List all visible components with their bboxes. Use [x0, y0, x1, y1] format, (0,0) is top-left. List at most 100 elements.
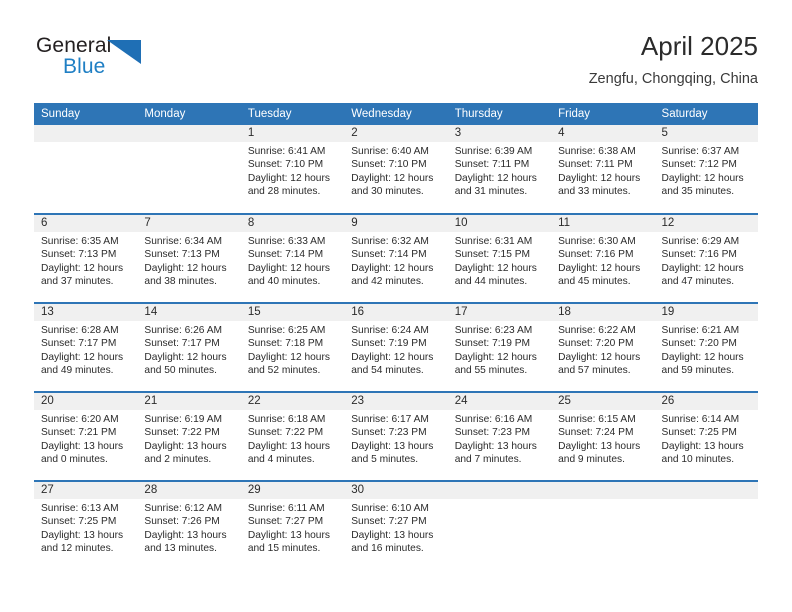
day-cell-inner: 2 Sunrise: 6:40 AM Sunset: 7:10 PM Daylight…	[344, 125, 448, 212]
day-number: 11	[551, 215, 655, 232]
daylight-text-line1: Daylight: 13 hours	[247, 529, 330, 541]
calendar-day-cell[interactable]: 12 Sunrise: 6:29 AM Sunset: 7:16 PM Dayligh…	[654, 213, 758, 303]
day-number: 8	[240, 215, 345, 232]
weekday-header-row: Sunday Monday Tuesday Wednesday Thursday…	[34, 103, 758, 125]
calendar-day-cell[interactable]: 18 Sunrise: 6:22 AM Sunset: 7:20 PM Dayligh…	[551, 302, 655, 392]
calendar-day-cell[interactable]: 11 Sunrise: 6:30 AM Sunset: 7:16 PM Dayligh…	[551, 213, 655, 303]
calendar-day-cell[interactable]: 4 Sunrise: 6:38 AM Sunset: 7:11 PM Daylight…	[551, 125, 655, 214]
day-cell-details: Sunrise: 6:12 AM Sunset: 7:26 PM Daylight:…	[137, 499, 240, 556]
day-cell-inner: 17 Sunrise: 6:23 AM Sunset: 7:19 PM Dayligh…	[447, 304, 552, 391]
sunrise-text: Sunrise: 6:23 AM	[454, 325, 533, 336]
calendar-day-cell[interactable]: 28 Sunrise: 6:12 AM Sunset: 7:26 PM Dayligh…	[137, 480, 241, 570]
day-number: 4	[551, 125, 655, 142]
calendar-week-row: 27 Sunrise: 6:13 AM Sunset: 7:25 PM Dayligh…	[34, 480, 758, 570]
day-cell-inner: 15 Sunrise: 6:25 AM Sunset: 7:18 PM Dayligh…	[240, 304, 345, 391]
calendar-day-cell[interactable]: 5 Sunrise: 6:37 AM Sunset: 7:12 PM Daylight…	[654, 125, 758, 214]
day-cell-details: Sunrise: 6:33 AM Sunset: 7:14 PM Daylight:…	[241, 232, 344, 289]
day-number: 5	[654, 125, 758, 142]
sunset-text: Sunset: 7:15 PM	[454, 249, 531, 261]
day-cell-details: Sunrise: 6:16 AM Sunset: 7:23 PM Daylight:…	[448, 410, 551, 467]
day-cell-details: Sunrise: 6:40 AM Sunset: 7:10 PM Daylight:…	[344, 142, 447, 199]
calendar-day-cell[interactable]: 16 Sunrise: 6:24 AM Sunset: 7:19 PM Dayligh…	[344, 302, 448, 392]
calendar-day-cell[interactable]: 10 Sunrise: 6:31 AM Sunset: 7:15 PM Dayligh…	[447, 213, 552, 303]
daylight-text-line2: and 2 minutes.	[144, 454, 212, 466]
calendar-day-cell[interactable]: 8 Sunrise: 6:33 AM Sunset: 7:14 PM Daylight…	[240, 213, 345, 303]
sunset-text: Sunset: 7:13 PM	[144, 249, 220, 261]
sunrise-text: Sunrise: 6:11 AM	[247, 503, 325, 514]
day-cell-details: Sunrise: 6:22 AM Sunset: 7:20 PM Daylight:…	[551, 321, 654, 378]
daylight-text-line1: Daylight: 12 hours	[454, 351, 537, 363]
sunset-text: Sunset: 7:16 PM	[558, 249, 634, 261]
daylight-text-line1: Daylight: 12 hours	[247, 172, 330, 184]
calendar-day-cell[interactable]: 19 Sunrise: 6:21 AM Sunset: 7:20 PM Dayligh…	[654, 302, 758, 392]
daylight-text-line1: Daylight: 12 hours	[351, 262, 434, 274]
day-cell-inner: 18 Sunrise: 6:22 AM Sunset: 7:20 PM Dayligh…	[551, 304, 655, 391]
day-cell-inner: 27 Sunrise: 6:13 AM Sunset: 7:25 PM Dayligh…	[34, 482, 138, 569]
daylight-text-line1: Daylight: 13 hours	[144, 529, 227, 541]
calendar-day-cell[interactable]: 3 Sunrise: 6:39 AM Sunset: 7:11 PM Daylight…	[447, 125, 552, 214]
daylight-text-line2: and 15 minutes.	[247, 543, 321, 555]
calendar-day-cell[interactable]: 20 Sunrise: 6:20 AM Sunset: 7:21 PM Dayligh…	[34, 391, 138, 481]
calendar-day-cell[interactable]: 21 Sunrise: 6:19 AM Sunset: 7:22 PM Dayligh…	[137, 391, 241, 481]
calendar-day-cell-empty	[654, 480, 758, 570]
calendar-day-cell[interactable]: 29 Sunrise: 6:11 AM Sunset: 7:27 PM Dayligh…	[240, 480, 345, 570]
calendar-day-cell[interactable]: 25 Sunrise: 6:15 AM Sunset: 7:24 PM Dayligh…	[551, 391, 655, 481]
daylight-text-line2: and 42 minutes.	[351, 276, 424, 288]
sunset-text: Sunset: 7:25 PM	[41, 516, 117, 528]
day-number: 27	[34, 482, 138, 499]
day-number: 25	[551, 393, 655, 410]
sunset-text: Sunset: 7:17 PM	[144, 338, 220, 350]
day-cell-inner: 23 Sunrise: 6:17 AM Sunset: 7:23 PM Dayligh…	[344, 393, 448, 480]
weekday-header-friday: Friday	[551, 103, 655, 125]
calendar-day-cell[interactable]: 2 Sunrise: 6:40 AM Sunset: 7:10 PM Daylight…	[344, 125, 448, 214]
daylight-text-line1: Daylight: 13 hours	[144, 440, 227, 452]
sunset-text: Sunset: 7:21 PM	[41, 427, 117, 439]
weekday-header-saturday: Saturday	[654, 103, 758, 125]
day-cell-inner: 9 Sunrise: 6:32 AM Sunset: 7:14 PM Daylight…	[344, 215, 448, 302]
calendar-day-cell[interactable]: 14 Sunrise: 6:26 AM Sunset: 7:17 PM Dayligh…	[137, 302, 241, 392]
daylight-text-line1: Daylight: 12 hours	[661, 262, 744, 274]
calendar-day-cell[interactable]: 9 Sunrise: 6:32 AM Sunset: 7:14 PM Daylight…	[344, 213, 448, 303]
calendar-day-cell[interactable]: 27 Sunrise: 6:13 AM Sunset: 7:25 PM Dayligh…	[34, 480, 138, 570]
daylight-text-line1: Daylight: 12 hours	[558, 262, 641, 274]
daylight-text-line2: and 35 minutes.	[661, 186, 735, 198]
calendar-day-cell[interactable]: 1 Sunrise: 6:41 AM Sunset: 7:10 PM Daylight…	[240, 125, 345, 214]
day-cell-inner: 11 Sunrise: 6:30 AM Sunset: 7:16 PM Dayligh…	[551, 215, 655, 302]
brand-logo[interactable]: General Blue	[34, 34, 214, 90]
daylight-text-line1: Daylight: 12 hours	[247, 351, 330, 363]
calendar-day-cell[interactable]: 17 Sunrise: 6:23 AM Sunset: 7:19 PM Dayligh…	[447, 302, 552, 392]
calendar-day-cell[interactable]: 30 Sunrise: 6:10 AM Sunset: 7:27 PM Dayligh…	[344, 480, 448, 570]
calendar-day-cell[interactable]: 26 Sunrise: 6:14 AM Sunset: 7:25 PM Dayligh…	[654, 391, 758, 481]
sunrise-text: Sunrise: 6:18 AM	[247, 414, 326, 425]
day-cell-inner: 14 Sunrise: 6:26 AM Sunset: 7:17 PM Dayligh…	[137, 304, 241, 391]
day-number	[654, 482, 758, 499]
weekday-header-tuesday: Tuesday	[240, 103, 345, 125]
calendar-day-cell[interactable]: 24 Sunrise: 6:16 AM Sunset: 7:23 PM Dayligh…	[447, 391, 552, 481]
daylight-text-line1: Daylight: 12 hours	[661, 351, 744, 363]
sunrise-text: Sunrise: 6:26 AM	[144, 325, 223, 336]
calendar-day-cell[interactable]: 23 Sunrise: 6:17 AM Sunset: 7:23 PM Dayligh…	[344, 391, 448, 481]
daylight-text-line1: Daylight: 12 hours	[41, 351, 124, 363]
calendar-day-cell[interactable]: 6 Sunrise: 6:35 AM Sunset: 7:13 PM Daylight…	[34, 213, 138, 303]
daylight-text-line1: Daylight: 12 hours	[144, 351, 227, 363]
calendar-day-cell[interactable]: 22 Sunrise: 6:18 AM Sunset: 7:22 PM Dayligh…	[240, 391, 345, 481]
sunset-text: Sunset: 7:18 PM	[247, 338, 324, 350]
calendar-week-row: 6 Sunrise: 6:35 AM Sunset: 7:13 PM Daylight…	[34, 213, 758, 303]
day-cell-details: Sunrise: 6:13 AM Sunset: 7:25 PM Daylight:…	[34, 499, 137, 556]
sunset-text: Sunset: 7:27 PM	[247, 516, 324, 528]
day-cell-details: Sunrise: 6:26 AM Sunset: 7:17 PM Daylight:…	[137, 321, 240, 378]
sunset-text: Sunset: 7:13 PM	[41, 249, 117, 261]
day-cell-inner: 30 Sunrise: 6:10 AM Sunset: 7:27 PM Dayligh…	[344, 482, 448, 569]
calendar-day-cell[interactable]: 15 Sunrise: 6:25 AM Sunset: 7:18 PM Dayligh…	[240, 302, 345, 392]
sunset-text: Sunset: 7:26 PM	[144, 516, 220, 528]
sunset-text: Sunset: 7:19 PM	[454, 338, 531, 350]
day-cell-details: Sunrise: 6:38 AM Sunset: 7:11 PM Daylight:…	[551, 142, 654, 199]
calendar-day-cell[interactable]: 7 Sunrise: 6:34 AM Sunset: 7:13 PM Daylight…	[137, 213, 241, 303]
daylight-text-line2: and 38 minutes.	[144, 276, 217, 288]
day-cell-inner	[34, 125, 138, 212]
triangle-logo-icon	[107, 40, 141, 64]
day-cell-details: Sunrise: 6:35 AM Sunset: 7:13 PM Daylight:…	[34, 232, 137, 289]
day-cell-inner	[551, 482, 655, 569]
sunrise-text: Sunrise: 6:32 AM	[351, 236, 429, 247]
calendar-day-cell[interactable]: 13 Sunrise: 6:28 AM Sunset: 7:17 PM Dayligh…	[34, 302, 138, 392]
